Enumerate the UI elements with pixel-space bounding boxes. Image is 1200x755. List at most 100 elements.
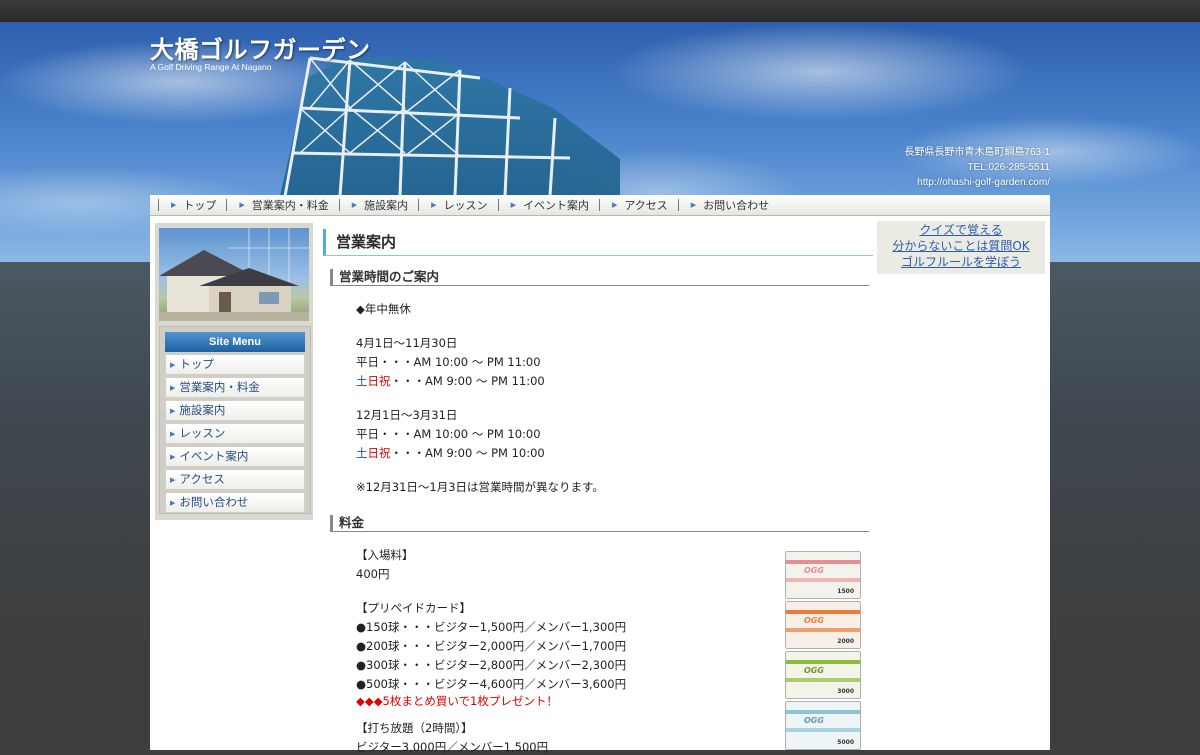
triangle-right-icon: ▶	[690, 201, 697, 209]
prepaid-200: ●200球・・・ビジター2,000円／メンバー1,700円	[356, 639, 627, 653]
triangle-right-icon: ▶	[351, 201, 358, 209]
site-url: http://ohashi-golf-garden.com/	[917, 177, 1050, 188]
nav-label: 施設案内	[364, 199, 409, 212]
season2-weekday: 平日・・・AM 10:00 〜 PM 10:00	[356, 427, 541, 441]
season1-weekday: 平日・・・AM 10:00 〜 PM 11:00	[356, 355, 541, 369]
season2-range: 12月1日〜3月31日	[356, 408, 458, 422]
triangle-right-icon: ▶	[170, 384, 176, 392]
triangle-right-icon: ▶	[170, 476, 176, 484]
sidebar-item-label: 施設案内	[179, 403, 226, 417]
triangle-right-icon: ▶	[170, 430, 176, 438]
card-band	[786, 628, 860, 632]
price-heading: 料金	[330, 515, 869, 532]
page-container: ▶ トップ ▶ 営業案内・料金 ▶ 施設案内 ▶ レッスン ▶ イベント案内 ▶ アクセス …	[150, 195, 1050, 754]
sidebar-item-lessons[interactable]: ▶ レッスン	[165, 423, 305, 444]
site-menu-title: Site Menu	[165, 332, 305, 352]
nav-item-lessons[interactable]: ▶ レッスン	[418, 199, 497, 212]
season1-weekend: 土日祝・・・AM 9:00 〜 PM 11:00	[356, 373, 545, 389]
card-band	[786, 710, 860, 714]
sidebar-item-top[interactable]: ▶ トップ	[165, 354, 305, 375]
prepaid-300: ●300球・・・ビジター2,800円／メンバー2,300円	[356, 658, 627, 672]
right-sidebar-links: クイズで覚える 分からないことは質問OK ゴルフルールを学ぼう	[877, 221, 1045, 274]
unlimited-label: 【打ち放題（2時間）】	[356, 721, 473, 735]
sidebar-item-label: レッスン	[179, 426, 226, 440]
sunday-holiday-label: 日祝	[367, 446, 391, 460]
triangle-right-icon: ▶	[431, 201, 437, 209]
nav-label: レッスン	[443, 199, 488, 212]
triangle-right-icon: ▶	[170, 453, 176, 461]
nav-item-events[interactable]: ▶ イベント案内	[497, 199, 599, 212]
sidebar-item-contact[interactable]: ▶ お問い合わせ	[165, 492, 305, 513]
sidebar-item-access[interactable]: ▶ アクセス	[165, 469, 305, 490]
sunday-holiday-label: 日祝	[367, 374, 391, 388]
prepaid-label: 【プリペイドカード】	[356, 601, 471, 615]
sidebar-item-label: お問い合わせ	[179, 495, 249, 509]
prepaid-card-3000: OGG 3000	[785, 651, 861, 699]
season2-weekend: 土日祝・・・AM 9:00 〜 PM 10:00	[356, 445, 545, 461]
browser-top-bar	[0, 0, 1200, 22]
prepaid-card-5000: OGG 5000	[785, 701, 861, 750]
season1-range: 4月1日〜11月30日	[356, 336, 458, 350]
triangle-right-icon: ▶	[170, 361, 176, 369]
card-band	[786, 678, 860, 682]
card-band	[786, 660, 860, 664]
nav-label: トップ	[183, 199, 217, 212]
card-value: 1500	[837, 588, 854, 595]
site-title[interactable]: 大橋ゴルフガーデン	[150, 30, 371, 65]
nav-item-hours-prices[interactable]: ▶ 営業案内・料金	[226, 199, 338, 212]
closed-days: ◆年中無休	[356, 302, 411, 316]
top-nav: ▶ トップ ▶ 営業案内・料金 ▶ 施設案内 ▶ レッスン ▶ イベント案内 ▶ アクセス …	[150, 195, 1050, 216]
entry-fee: 400円	[356, 567, 390, 581]
nav-item-top[interactable]: ▶ トップ	[158, 199, 226, 212]
card-band	[786, 728, 860, 732]
saturday-label: 土	[356, 446, 368, 460]
card-band	[786, 578, 860, 582]
golf-rules-link[interactable]: ゴルフルールを学ぼう	[877, 254, 1045, 270]
promo-text: ◆◆◆5枚まとめ買いで1枚プレゼント！	[356, 694, 558, 708]
card-logo: OGG	[804, 566, 824, 575]
triangle-right-icon: ▶	[611, 201, 618, 209]
prepaid-card-2000: OGG 2000	[785, 601, 861, 649]
card-value: 5000	[837, 739, 854, 746]
weekend-time: ・・・AM 9:00 〜 PM 11:00	[390, 374, 545, 388]
triangle-right-icon: ▶	[510, 201, 516, 209]
card-logo: OGG	[804, 616, 824, 625]
quiz-link[interactable]: クイズで覚える	[877, 222, 1045, 238]
sidebar-item-hours-prices[interactable]: ▶ 営業案内・料金	[165, 377, 305, 398]
sidebar-item-label: アクセス	[179, 472, 225, 486]
prepaid-500: ●500球・・・ビジター4,600円／メンバー3,600円	[356, 677, 627, 691]
card-logo: OGG	[804, 716, 824, 725]
triangle-right-icon: ▶	[171, 201, 177, 209]
prepaid-150: ●150球・・・ビジター1,500円／メンバー1,300円	[356, 620, 627, 634]
sidebar-item-events[interactable]: ▶ イベント案内	[165, 446, 305, 467]
nav-item-contact[interactable]: ▶ お問い合わせ	[677, 199, 779, 212]
contact-info: 長野県長野市青木島町綱島763-1 TEL:026-285-5511 http:…	[904, 145, 1050, 190]
holiday-note: ※12月31日〜1月3日は営業時間が異なります。	[356, 480, 604, 494]
sidebar-item-label: イベント案内	[179, 449, 249, 463]
nav-item-facilities[interactable]: ▶ 施設案内	[338, 199, 418, 212]
nav-item-access[interactable]: ▶ アクセス	[598, 199, 678, 212]
sidebar-item-label: 営業案内・料金	[179, 380, 260, 394]
address: 長野県長野市青木島町綱島763-1	[904, 147, 1050, 158]
card-band	[786, 560, 860, 564]
weekend-time: ・・・AM 9:00 〜 PM 10:00	[390, 446, 545, 460]
left-sidebar: Site Menu ▶ トップ ▶ 営業案内・料金 ▶ 施設案内 ▶ レッスン ▶ イベン…	[155, 223, 313, 520]
golf-net-frame	[283, 56, 571, 196]
hours-heading: 営業時間のご案内	[330, 269, 869, 286]
nav-label: 営業案内・料金	[251, 199, 329, 212]
question-link[interactable]: 分からないことは質問OK	[877, 238, 1045, 254]
nav-label: アクセス	[624, 199, 668, 212]
unlimited-price: ビジター3,000円／メンバー1,500円	[356, 740, 549, 754]
sidebar-item-facilities[interactable]: ▶ 施設案内	[165, 400, 305, 421]
entry-fee-label: 【入場料】	[356, 548, 414, 562]
prepaid-card-1500: OGG 1500	[785, 551, 861, 599]
site-subtitle: A Golf Driving Range At Nagano	[150, 62, 272, 72]
page-title: 営業案内	[323, 229, 873, 256]
telephone: TEL:026-285-5511	[967, 162, 1050, 173]
sidebar-item-label: トップ	[179, 357, 214, 371]
triangle-right-icon: ▶	[170, 407, 176, 415]
nav-label: イベント案内	[522, 199, 589, 212]
site-menu: Site Menu ▶ トップ ▶ 営業案内・料金 ▶ 施設案内 ▶ レッスン ▶ イベン…	[159, 326, 311, 514]
card-value: 3000	[837, 688, 854, 695]
card-band	[786, 610, 860, 614]
